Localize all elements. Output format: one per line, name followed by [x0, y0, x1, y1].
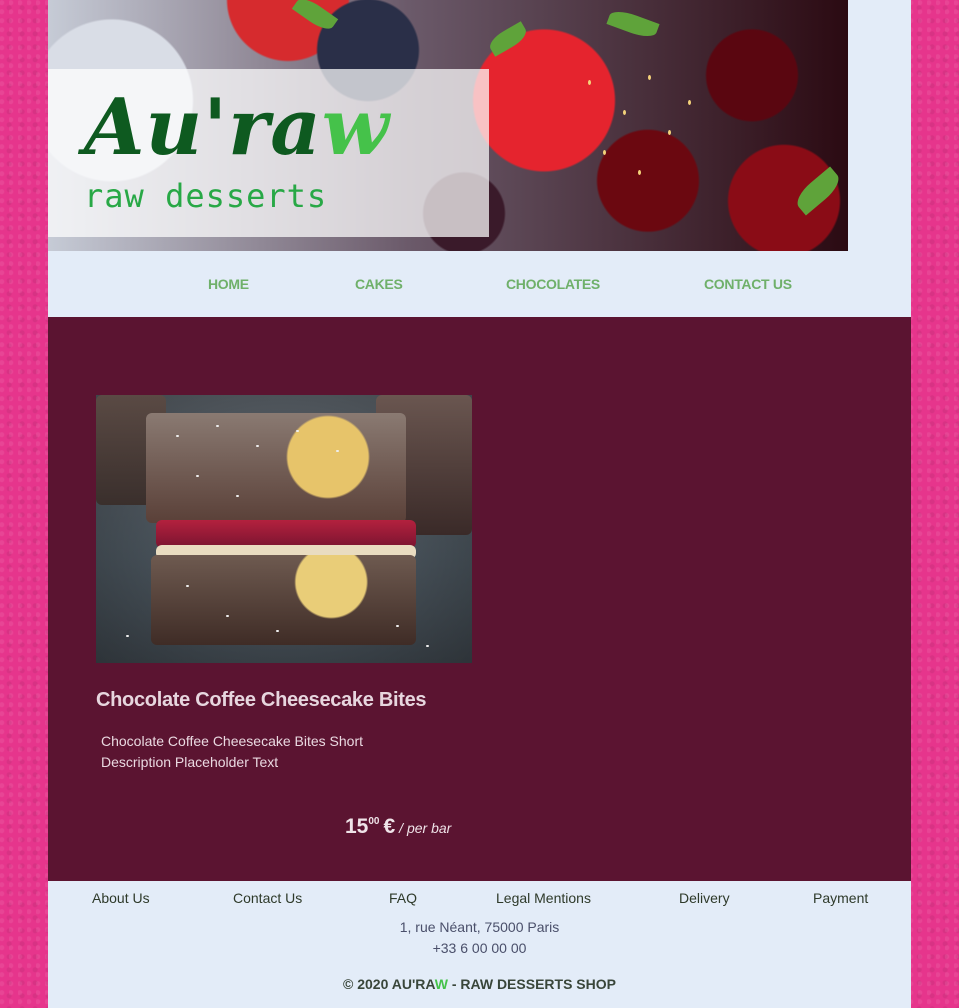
footer-copyright: © 2020 AU'RAW - RAW DESSERTS SHOP [343, 976, 616, 992]
nav-chocolates-link[interactable]: CHOCOLATES [506, 276, 600, 292]
product-image[interactable] [96, 395, 472, 663]
footer-payment-link[interactable]: Payment [813, 890, 868, 906]
price-unit: / per bar [399, 820, 452, 836]
footer-contact-link[interactable]: Contact Us [233, 890, 302, 906]
footer-delivery-link[interactable]: Delivery [679, 890, 730, 906]
leaf-decoration [606, 6, 660, 42]
footer-about-link[interactable]: About Us [92, 890, 150, 906]
nav-home-link[interactable]: HOME [208, 276, 249, 292]
logo-tagline: raw desserts [84, 177, 328, 215]
leaf-decoration [291, 0, 339, 34]
logo[interactable]: Au'raw raw desserts [48, 69, 489, 237]
leaf-decoration [486, 21, 530, 57]
header-banner: Au'raw raw desserts [48, 0, 848, 251]
price-decimal: 00 [368, 816, 380, 827]
footer-faq-link[interactable]: FAQ [389, 890, 417, 906]
main-nav: HOME CAKES CHOCOLATES CONTACT US [48, 251, 911, 317]
nav-contact-link[interactable]: CONTACT US [704, 276, 792, 292]
price-integer: 15 [345, 815, 369, 838]
product-section: Chocolate Coffee Cheesecake Bites Chocol… [48, 317, 911, 881]
leaf-decoration [791, 166, 845, 216]
product-description: Chocolate Coffee Cheesecake Bites Short … [101, 733, 364, 770]
footer-address: 1, rue Néant, 75000 Paris [399, 919, 560, 935]
product-price: 1500 € / per bar [345, 815, 451, 839]
page-container: Au'raw raw desserts HOME CAKES CHOCOLATE… [48, 0, 911, 1008]
price-currency: € [383, 815, 396, 838]
logo-text: Au'raw [84, 82, 390, 173]
footer-phone: +33 6 00 00 00 [432, 940, 527, 956]
nav-cakes-link[interactable]: CAKES [355, 276, 403, 292]
product-title[interactable]: Chocolate Coffee Cheesecake Bites [96, 689, 427, 712]
footer-legal-link[interactable]: Legal Mentions [496, 890, 591, 906]
